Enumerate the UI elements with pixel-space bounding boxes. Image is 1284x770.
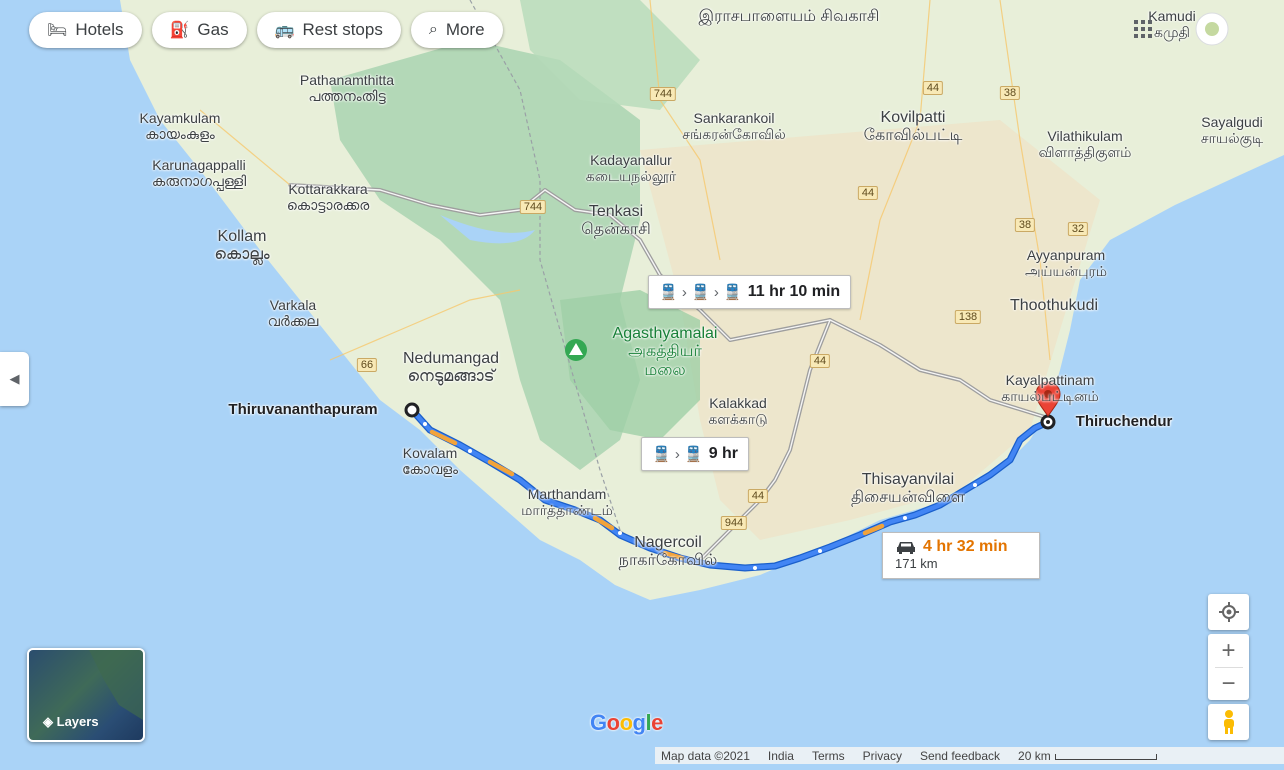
account-area — [1128, 12, 1238, 46]
more-chip[interactable]: ⌕ More — [410, 12, 503, 48]
train-icon: 🚆 › 🚆 › 🚆 — [659, 284, 742, 301]
highway-shield: 44 — [809, 354, 831, 368]
target-icon — [1218, 602, 1239, 622]
highway-shield: 744 — [519, 200, 547, 214]
place-sayalgudi: Sayalgudi சாயல்குடி — [1200, 114, 1264, 147]
map-footer: Map data ©2021 India Terms Privacy Send … — [655, 747, 1284, 764]
apps-grid-icon — [1134, 20, 1152, 38]
street-view-pegman[interactable] — [1208, 704, 1249, 740]
place-thisayanvilai: Thisayanvilai திசையன்விளை — [850, 471, 966, 507]
scale-indicator[interactable]: 20 km — [1018, 749, 1157, 763]
drive-time: 4 hr 32 min — [923, 538, 1008, 555]
rest-stop-icon: 🚌 — [274, 22, 295, 39]
place-nagercoil: Nagercoil நாகர்கோவில் — [618, 534, 718, 570]
place-thiruchendur: Thiruchendur — [1075, 413, 1173, 430]
google-logo: Google — [590, 710, 663, 735]
place-karunagappalli: Karunagappalli കരുനാഗപ്പള്ളി — [151, 157, 247, 190]
rest-stops-chip[interactable]: 🚌 Rest stops — [256, 12, 401, 48]
zoom-in-button[interactable]: + — [1221, 635, 1235, 667]
place-vilathikulam: Vilathikulam விளாத்திகுளம் — [1038, 128, 1132, 161]
origin-marker — [404, 402, 420, 418]
place-marthandam: Marthandam மார்த்தாண்டம் — [521, 486, 613, 519]
layers-icon: ◈ — [43, 714, 53, 729]
place-kovilpatti: Kovilpatti கோவில்பட்டி — [863, 109, 963, 145]
drive-distance: 171 km — [895, 556, 938, 571]
map-data-attribution: Map data ©2021 — [661, 748, 750, 763]
place-kalakkad: Kalakkad களக்காடு — [708, 395, 768, 428]
category-chips: 🛏 Hotels ⛽ Gas 🚌 Rest stops ⌕ More — [29, 12, 503, 48]
gas-chip[interactable]: ⛽ Gas — [151, 12, 247, 48]
place-nedumangad: Nedumangad നെടുമങ്ങാട് — [402, 350, 500, 386]
place-kovalam: Kovalam കോവളം — [401, 445, 459, 478]
place-agasthyamalai: Agasthyamalai அகத்தியர் மலை — [612, 325, 718, 379]
place-thiruvananthapuram: Thiruvananthapuram — [228, 401, 378, 418]
bed-icon: 🛏 — [47, 22, 68, 39]
place-kadayanallur: Kadayanallur கடையநல்லூர் — [585, 152, 677, 185]
transit-option-1[interactable]: 🚆 › 🚆 › 🚆 11 hr 10 min — [648, 275, 852, 309]
highway-shield: 944 — [720, 516, 748, 530]
place-ayyanpuram: Ayyanpuram அய்யன்புரம் — [1024, 247, 1108, 280]
zoom-out-button[interactable]: − — [1221, 668, 1235, 700]
highway-shield: 66 — [356, 358, 378, 372]
send-feedback-link[interactable]: Send feedback — [920, 749, 1000, 763]
gas-pump-icon: ⛽ — [169, 22, 190, 39]
my-location-button[interactable] — [1208, 594, 1249, 630]
search-icon: ⌕ — [428, 21, 438, 38]
place-sankarankoil: Sankarankoil சங்கரன்கோவில் — [682, 110, 786, 143]
place-kottarakkara: Kottarakkara കൊട്ടാരക്കര — [286, 181, 370, 214]
place-rajapalayam: இராசபாளையம் சிவகாசி — [698, 8, 880, 25]
driving-route-info[interactable]: 4 hr 32 min 171 km — [882, 532, 1040, 579]
zoom-controls: + − — [1208, 634, 1249, 700]
highway-shield: 138 — [954, 310, 982, 324]
place-kayalpattinam: Kayalpattinam காயல்பட்டினம் — [1001, 372, 1099, 405]
highway-shield: 32 — [1067, 222, 1089, 236]
place-kollam: Kollam കൊല്ലം — [214, 228, 270, 264]
highway-shield: 38 — [1014, 218, 1036, 232]
highway-shield: 38 — [999, 86, 1021, 100]
layers-button[interactable]: ◈ Layers — [27, 648, 145, 742]
terms-link[interactable]: Terms — [812, 749, 845, 763]
highway-shield: 744 — [649, 87, 677, 101]
place-thoothukudi: Thoothukudi — [1009, 297, 1099, 314]
pegman-icon — [1223, 710, 1234, 734]
highway-shield: 44 — [747, 489, 769, 503]
place-pathanamthitta: Pathanamthitta പത്തനംതിട്ട — [299, 72, 395, 105]
place-varkala: Varkala വർക്കല — [267, 297, 319, 330]
train-icon: 🚆 › 🚆 — [652, 446, 703, 463]
highway-shield: 44 — [857, 186, 879, 200]
chevron-left-icon: ◀ — [9, 371, 20, 386]
place-tenkasi: Tenkasi தென்காசி — [581, 203, 651, 239]
car-icon — [897, 542, 915, 554]
transit-option-2[interactable]: 🚆 › 🚆 9 hr — [641, 437, 750, 471]
collapse-panel-button[interactable]: ◀ — [0, 352, 29, 406]
hotels-chip[interactable]: 🛏 Hotels — [29, 12, 142, 48]
peak-icon — [565, 339, 587, 361]
privacy-link[interactable]: Privacy — [863, 749, 902, 763]
country-link[interactable]: India — [768, 749, 794, 763]
highway-shield: 44 — [922, 81, 944, 95]
place-kayamkulam: Kayamkulam കായംകുളം — [139, 110, 221, 143]
